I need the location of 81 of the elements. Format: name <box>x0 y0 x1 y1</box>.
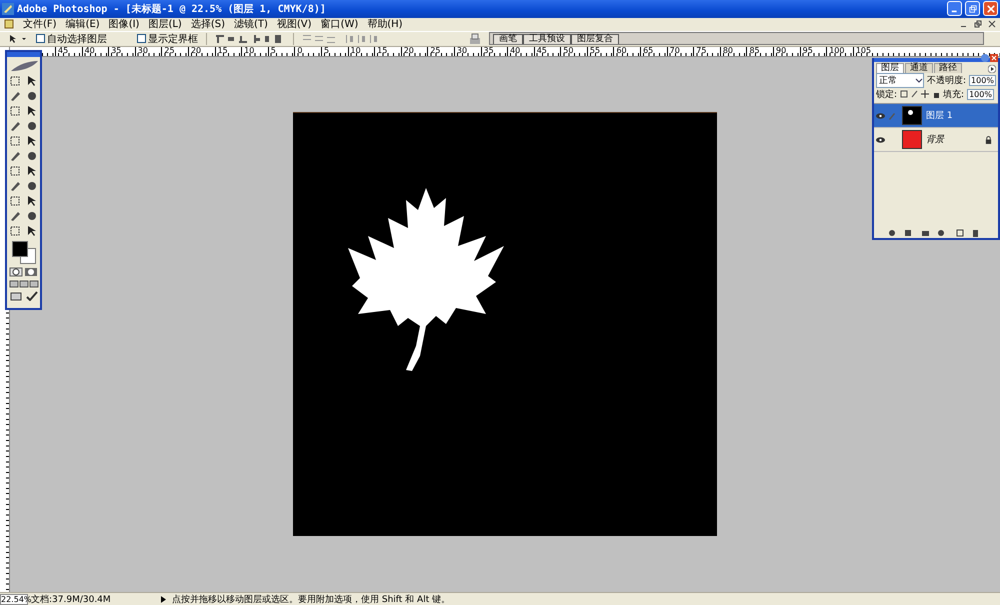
ruler-label: 80 <box>720 46 746 56</box>
checkbox[interactable]: 显示定界框 <box>137 32 198 46</box>
ruler-label: 20 <box>188 46 215 56</box>
ruler-label: 35 <box>480 46 508 56</box>
ruler-label: 15 <box>374 46 401 56</box>
menu-item[interactable]: 文件(F) <box>23 17 57 32</box>
ruler-label: 0 <box>294 46 321 56</box>
layer-name: 背景 <box>926 134 946 146</box>
jump-icons-drawing[interactable] <box>8 291 38 301</box>
menu-item[interactable]: 图像(I) <box>108 17 140 32</box>
ruler-label: 50 <box>560 46 587 56</box>
close-icon <box>986 4 994 13</box>
ruler-label: 95 <box>800 46 826 56</box>
menu-item[interactable]: 帮助(H) <box>367 17 403 32</box>
document-icon <box>4 19 14 30</box>
marquee-icon[interactable] <box>9 75 21 87</box>
menu-item[interactable]: 选择(S) <box>190 17 225 32</box>
ruler-label: 35 <box>108 46 135 56</box>
panel-menu-icon[interactable] <box>988 65 996 73</box>
color-swatches[interactable] <box>10 240 36 264</box>
blend-mode-dropdown[interactable]: 正常 <box>876 72 924 88</box>
lock-label: 锁定: <box>876 88 898 100</box>
minimize-icon[interactable] <box>981 54 989 62</box>
checkbox[interactable]: 自动选择图层 <box>36 32 107 46</box>
caret-icon <box>915 76 923 84</box>
close-button[interactable] <box>983 1 998 16</box>
palette-tab[interactable]: 工具预设 <box>523 34 571 44</box>
menu-item[interactable]: 编辑(E) <box>66 17 100 32</box>
ruler-label: 40 <box>507 46 534 56</box>
fill-field[interactable]: 100% <box>967 88 994 100</box>
ruler-label: 40 <box>82 46 108 56</box>
feather-icon[interactable] <box>8 60 38 72</box>
layer-row[interactable]: 背景 <box>874 128 998 152</box>
status-hint: 点按并拖移以移动图层或选区。要用附加选项，使用 Shift 和 Alt 键。 <box>172 594 450 605</box>
palette-icon[interactable] <box>469 32 481 45</box>
ruler-label: 45 <box>534 46 560 56</box>
ruler-label: 10 <box>348 46 374 56</box>
panel-tab[interactable]: 图层 <box>876 63 904 73</box>
panel-tab[interactable]: 路径 <box>934 63 962 73</box>
eye-icon[interactable] <box>876 136 884 142</box>
close-icon[interactable] <box>988 20 996 28</box>
opacity-label: 不透明度: <box>927 74 966 86</box>
app-icon <box>2 2 14 15</box>
ruler-label: 10 <box>241 46 268 56</box>
ruler-label: 45 <box>55 46 82 56</box>
ruler-label: 85 <box>746 46 774 56</box>
ruler-label: 5 <box>320 46 348 56</box>
layer-row[interactable]: 图层 1 <box>874 104 998 128</box>
menu-item[interactable]: 窗口(W) <box>320 17 358 32</box>
play-icon[interactable] <box>161 596 166 602</box>
layer-name: 图层 1 <box>926 110 954 122</box>
palette-tab[interactable]: 图层复合 <box>571 34 619 44</box>
ruler-label: 5 <box>268 46 294 56</box>
ruler-label: 65 <box>640 46 667 56</box>
ruler-label: 55 <box>586 46 614 56</box>
restore-button[interactable] <box>965 1 980 16</box>
ruler-label: 15 <box>214 46 242 56</box>
palette-tab[interactable]: 画笔 <box>493 34 523 44</box>
move-tool-icon[interactable] <box>8 34 28 44</box>
menu-item[interactable]: 图层(L) <box>148 17 182 32</box>
ruler-label: 90 <box>773 46 800 56</box>
ruler-label: 70 <box>666 46 694 56</box>
ruler-label: 105 <box>852 46 880 56</box>
ruler-label: 20 <box>400 46 428 56</box>
eye-icon[interactable] <box>876 112 884 118</box>
minimize-button[interactable] <box>947 1 962 16</box>
ruler-label: 100 <box>826 46 853 56</box>
ruler-label: 25 <box>161 46 188 56</box>
ruler-label: 75 <box>693 46 720 56</box>
menu-item[interactable]: 滤镜(T) <box>234 17 268 32</box>
screen-mode-icons-drawing[interactable] <box>8 280 38 288</box>
mask-mode-icons-drawing[interactable] <box>8 267 38 277</box>
ruler-label: 30 <box>134 46 162 56</box>
panel-tab[interactable]: 通道 <box>905 63 933 73</box>
menu-item[interactable]: 视图(V) <box>276 17 312 32</box>
lock-options-drawing[interactable] <box>900 90 940 98</box>
ruler-label: 25 <box>427 46 454 56</box>
fill-label: 填充: <box>943 88 964 100</box>
ruler-label: 60 <box>613 46 640 56</box>
window-title: Adobe Photoshop - [未标题-1 @ 22.5% (图层 1, CMYK/8)] <box>17 2 326 16</box>
ruler-label: 30 <box>454 46 480 56</box>
